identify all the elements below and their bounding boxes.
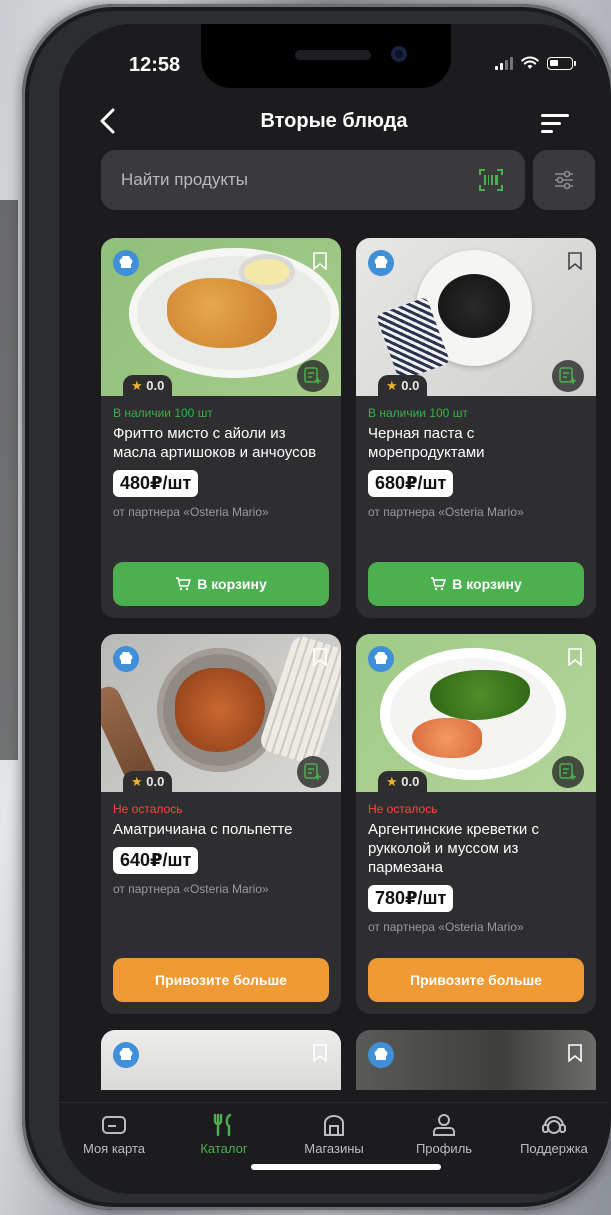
tab-my-card[interactable]: Моя карта bbox=[59, 1113, 169, 1156]
home-indicator bbox=[251, 1164, 441, 1170]
bookmark-icon[interactable] bbox=[568, 648, 582, 666]
add-to-list-icon[interactable] bbox=[552, 360, 584, 392]
add-to-list-icon[interactable] bbox=[552, 756, 584, 788]
product-name: Черная паста с морепродуктами bbox=[368, 425, 485, 461]
wifi-icon bbox=[521, 56, 539, 69]
speaker bbox=[295, 50, 371, 60]
chef-hat-icon bbox=[113, 646, 139, 672]
request-more-button[interactable]: Привозите больше bbox=[113, 958, 329, 1002]
camera bbox=[391, 46, 407, 62]
chef-hat-icon bbox=[368, 1042, 394, 1068]
product-price: 780₽/шт bbox=[368, 885, 454, 912]
product-price: 680₽/шт bbox=[368, 470, 454, 497]
stock-status: Не осталось bbox=[368, 802, 438, 816]
bookmark-icon[interactable] bbox=[313, 1044, 327, 1062]
product-card-partial[interactable] bbox=[356, 1030, 596, 1090]
partner-label: от партнера «Osteria Mario» bbox=[113, 882, 269, 896]
bookmark-icon[interactable] bbox=[568, 252, 582, 270]
battery-icon bbox=[547, 56, 576, 70]
card-icon bbox=[102, 1116, 126, 1134]
bookmark-icon[interactable] bbox=[313, 648, 327, 666]
background-shelf bbox=[0, 200, 18, 760]
product-card[interactable]: ★ 0.0 Не осталось Аргентинские креветки … bbox=[356, 634, 596, 1014]
add-to-cart-button[interactable]: В корзину bbox=[368, 562, 584, 606]
button-label: Привозите больше bbox=[155, 972, 287, 988]
rating-badge: ★ 0.0 bbox=[378, 375, 428, 396]
search-bar[interactable] bbox=[101, 150, 525, 210]
barcode-scan-icon[interactable] bbox=[479, 169, 503, 191]
cart-icon bbox=[176, 577, 192, 591]
product-price: 480₽/шт bbox=[113, 470, 199, 497]
chef-hat-icon bbox=[368, 646, 394, 672]
product-name: Фритто мисто с айоли из масла артишоков … bbox=[113, 425, 317, 461]
tab-profile[interactable]: Профиль bbox=[389, 1113, 499, 1156]
tab-label: Поддержка bbox=[520, 1141, 588, 1156]
button-label: В корзину bbox=[197, 576, 267, 592]
product-image: ★ 0.0 bbox=[101, 634, 341, 792]
tab-stores[interactable]: Магазины bbox=[279, 1113, 389, 1156]
add-to-cart-button[interactable]: В корзину bbox=[113, 562, 329, 606]
product-name: Аргентинские креветки с рукколой и муссо… bbox=[368, 821, 539, 876]
product-card[interactable]: ★ 0.0 В наличии 100 шт Черная паста с мо… bbox=[356, 238, 596, 618]
partner-label: от партнера «Osteria Mario» bbox=[113, 505, 269, 519]
partner-label: от партнера «Osteria Mario» bbox=[368, 505, 524, 519]
product-image: ★ 0.0 bbox=[356, 634, 596, 792]
app-screen: 12:58 Вторые блюда Найти продукты ★ 0.0 … bbox=[59, 24, 609, 1194]
request-more-button[interactable]: Привозите больше bbox=[368, 958, 584, 1002]
search-input[interactable] bbox=[121, 170, 451, 190]
status-time: 12:58 bbox=[129, 54, 181, 76]
tab-label: Магазины bbox=[304, 1141, 364, 1156]
sort-icon[interactable] bbox=[541, 112, 569, 134]
button-label: В корзину bbox=[452, 576, 522, 592]
fork-knife-icon bbox=[213, 1113, 232, 1137]
bookmark-icon[interactable] bbox=[568, 1044, 582, 1062]
profile-icon bbox=[433, 1114, 455, 1136]
product-image: ★ 0.0 bbox=[101, 238, 341, 396]
product-image: ★ 0.0 bbox=[356, 238, 596, 396]
bookmark-icon[interactable] bbox=[313, 252, 327, 270]
chef-hat-icon bbox=[368, 250, 394, 276]
chef-hat-icon bbox=[113, 250, 139, 276]
stock-status: В наличии 100 шт bbox=[368, 406, 468, 420]
tab-label: Моя карта bbox=[82, 1141, 146, 1156]
filter-sliders-icon bbox=[555, 170, 573, 190]
filter-button[interactable] bbox=[533, 150, 595, 210]
partner-label: от партнера «Osteria Mario» bbox=[368, 920, 524, 934]
rating-badge: ★ 0.0 bbox=[378, 771, 428, 792]
chef-hat-icon bbox=[113, 1042, 139, 1068]
product-card[interactable]: ★ 0.0 Не осталось Аматричиана с польпетт… bbox=[101, 634, 341, 1014]
rating-badge: ★ 0.0 bbox=[123, 375, 173, 396]
add-to-list-icon[interactable] bbox=[297, 756, 329, 788]
tab-label: Каталог bbox=[200, 1141, 248, 1156]
page-title: Вторые блюда bbox=[260, 110, 408, 132]
cart-icon bbox=[431, 577, 447, 591]
tab-support[interactable]: Поддержка bbox=[499, 1113, 609, 1156]
tab-label: Профиль bbox=[415, 1141, 473, 1156]
product-card-partial[interactable] bbox=[101, 1030, 341, 1090]
stock-status: Не осталось bbox=[113, 802, 183, 816]
store-icon bbox=[324, 1115, 344, 1136]
product-price: 640₽/шт bbox=[113, 847, 199, 874]
rating-badge: ★ 0.0 bbox=[123, 771, 173, 792]
bottom-tab-bar: Моя карта Каталог Магазины Профиль Подде… bbox=[59, 1102, 609, 1194]
button-label: Привозите больше bbox=[410, 972, 542, 988]
signal-icon bbox=[495, 56, 513, 70]
product-name: Аматричиана с польпетте bbox=[113, 821, 293, 838]
status-icons bbox=[495, 56, 576, 70]
notch bbox=[201, 24, 451, 88]
product-card[interactable]: ★ 0.0 В наличии 100 шт Фритто мисто с ай… bbox=[101, 238, 341, 618]
stock-status: В наличии 100 шт bbox=[113, 406, 213, 420]
support-icon bbox=[542, 1116, 566, 1134]
tab-catalog[interactable]: Каталог bbox=[169, 1113, 279, 1156]
phone-frame: 12:58 Вторые блюда Найти продукты ★ 0.0 … bbox=[22, 4, 611, 1210]
add-to-list-icon[interactable] bbox=[297, 360, 329, 392]
